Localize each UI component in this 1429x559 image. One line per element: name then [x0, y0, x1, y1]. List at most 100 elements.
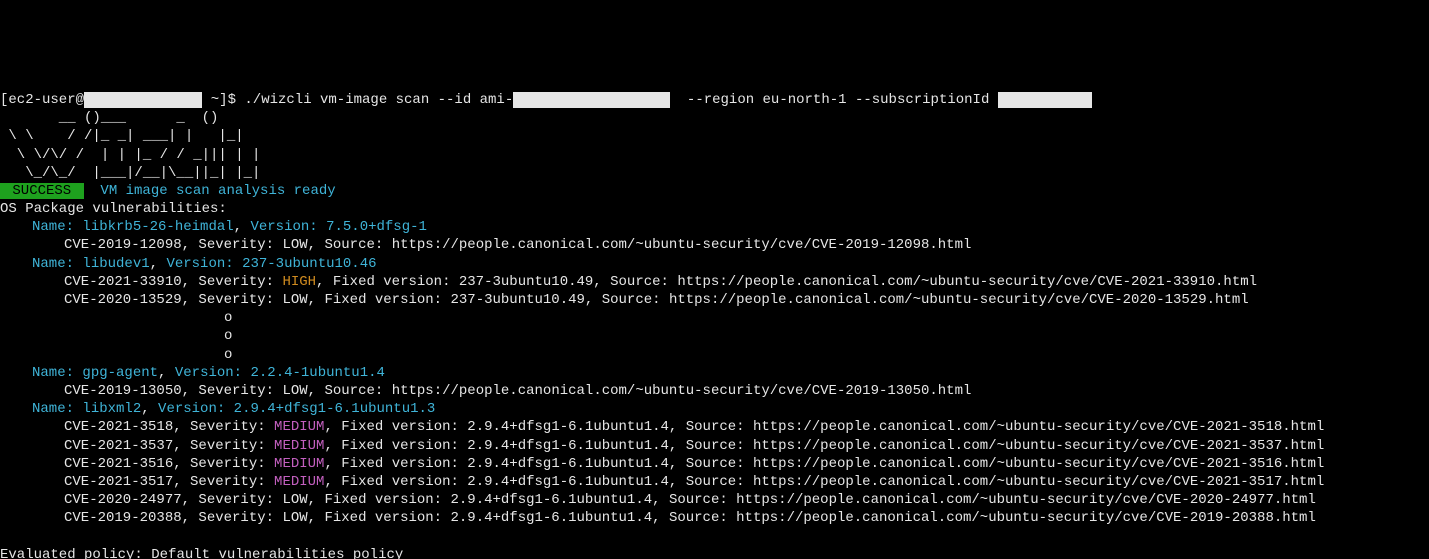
pkg-name-label: Name:	[32, 256, 82, 272]
prompt-cwd: ~]$	[202, 92, 244, 108]
ellipsis-dot: o	[0, 328, 232, 344]
severity-value: MEDIUM	[274, 474, 324, 490]
pkg-version-label: Version:	[175, 365, 251, 381]
source-url: https://people.canonical.com/~ubuntu-sec…	[669, 292, 1249, 308]
severity-label: Severity:	[198, 237, 282, 253]
status-message: VM image scan analysis ready	[84, 183, 336, 199]
cve-line: CVE-2021-3516, Severity: MEDIUM, Fixed v…	[0, 455, 1429, 473]
fixed-version: Fixed version: 2.9.4+dfsg1-6.1ubuntu1.4,	[324, 492, 668, 508]
source-label: Source:	[602, 292, 669, 308]
source-url: https://people.canonical.com/~ubuntu-sec…	[736, 510, 1316, 526]
package-line: Name: libxml2, Version: 2.9.4+dfsg1-6.1u…	[0, 400, 435, 418]
ascii-line: \_/\_/ |___|/__|\__||_| |_|	[0, 165, 269, 181]
cve-wrap: CVE-2021-3518, Severity: MEDIUM, Fixed v…	[0, 418, 1324, 436]
cve-id: CVE-2020-13529,	[64, 292, 198, 308]
cve-id: CVE-2019-20388,	[64, 510, 198, 526]
ellipsis-dot: o	[0, 347, 232, 363]
severity-label: Severity:	[190, 456, 274, 472]
source-url: https://people.canonical.com/~ubuntu-sec…	[736, 492, 1316, 508]
fixed-version: Fixed version: 237-3ubuntu10.49,	[324, 292, 601, 308]
cve-line: CVE-2021-33910, Severity: HIGH, Fixed ve…	[0, 273, 1429, 291]
cve-id: CVE-2021-3516,	[64, 456, 190, 472]
blank-line	[0, 527, 1429, 545]
policy-line: Evaluated policy: Default vulnerabilitie…	[0, 546, 1429, 559]
ellipsis-line: o	[0, 327, 1429, 345]
command-text: ./wizcli vm-image scan --id ami-	[244, 92, 513, 108]
pkg-name: gpg-agent	[82, 365, 158, 381]
severity-label: Severity:	[190, 419, 274, 435]
severity-label: Severity:	[198, 274, 282, 290]
pkg-version: 2.2.4-1ubuntu1.4	[250, 365, 384, 381]
ellipsis-line: o	[0, 309, 1429, 327]
severity-value: MEDIUM	[274, 419, 324, 435]
cve-id: CVE-2021-3537,	[64, 438, 190, 454]
pkg-name: libxml2	[82, 401, 141, 417]
source-label: Source:	[686, 419, 753, 435]
package-header: Name: libkrb5-26-heimdal, Version: 7.5.0…	[0, 218, 1429, 236]
cve-line: CVE-2019-12098, Severity: LOW, Source: h…	[0, 236, 1429, 254]
fixed-version: Fixed version: 2.9.4+dfsg1-6.1ubuntu1.4,	[341, 456, 685, 472]
source-label: Source:	[686, 438, 753, 454]
cve-line: CVE-2020-13529, Severity: LOW, Fixed ver…	[0, 291, 1429, 309]
cve-wrap: CVE-2021-3516, Severity: MEDIUM, Fixed v…	[0, 455, 1324, 473]
cve-id: CVE-2019-12098,	[64, 237, 198, 253]
ascii-art-2: \ \/\/ / | | |_ / / _||| | |	[0, 146, 1429, 164]
package-header: Name: libxml2, Version: 2.9.4+dfsg1-6.1u…	[0, 400, 1429, 418]
status-line: SUCCESS VM image scan analysis ready	[0, 182, 1429, 200]
cve-wrap: CVE-2019-13050, Severity: LOW, Source: h…	[0, 382, 971, 400]
cve-wrap: CVE-2020-13529, Severity: LOW, Fixed ver…	[0, 291, 1249, 309]
package-header: Name: gpg-agent, Version: 2.2.4-1ubuntu1…	[0, 364, 1429, 382]
cve-line: CVE-2020-24977, Severity: LOW, Fixed ver…	[0, 491, 1429, 509]
cve-wrap: CVE-2021-33910, Severity: HIGH, Fixed ve…	[0, 273, 1257, 291]
terminal-output: [ec2-user@▮▮ ▮▮▮ ▮▮ ▮▮ ▮▮ ~]$ ./wizcli v…	[0, 91, 1429, 559]
cve-line: CVE-2021-3537, Severity: MEDIUM, Fixed v…	[0, 437, 1429, 455]
severity-label: Severity:	[198, 492, 282, 508]
pkg-version: 237-3ubuntu10.46	[242, 256, 376, 272]
source-label: Source:	[686, 474, 753, 490]
pkg-name-label: Name:	[32, 219, 82, 235]
severity-value: MEDIUM	[274, 438, 324, 454]
pkg-name: libkrb5-26-heimdal	[82, 219, 233, 235]
pkg-name: libudev1	[82, 256, 149, 272]
cve-id: CVE-2021-3518,	[64, 419, 190, 435]
severity-label: Severity:	[198, 383, 282, 399]
section-line: OS Package vulnerabilities:	[0, 200, 1429, 218]
cve-id: CVE-2021-3517,	[64, 474, 190, 490]
ascii-line: __ ()___ _ ()	[0, 110, 227, 126]
severity-label: Severity:	[198, 292, 282, 308]
cve-wrap: CVE-2019-20388, Severity: LOW, Fixed ver…	[0, 509, 1316, 527]
source-label: Source:	[669, 492, 736, 508]
source-url: https://people.canonical.com/~ubuntu-sec…	[392, 237, 972, 253]
package-line: Name: gpg-agent, Version: 2.2.4-1ubuntu1…	[0, 364, 385, 382]
command-line: [ec2-user@▮▮ ▮▮▮ ▮▮ ▮▮ ▮▮ ~]$ ./wizcli v…	[0, 91, 1429, 109]
redacted-subscription: ▮▮ ▮▮▮ ▮▮▮ ▮	[998, 92, 1093, 108]
severity-value: LOW	[282, 237, 307, 253]
fixed-version: Fixed version: 2.9.4+dfsg1-6.1ubuntu1.4,	[341, 419, 685, 435]
source-url: https://people.canonical.com/~ubuntu-sec…	[677, 274, 1257, 290]
package-line: Name: libkrb5-26-heimdal, Version: 7.5.0…	[0, 218, 427, 236]
severity-value: LOW	[282, 492, 307, 508]
ascii-line: \ \/\/ / | | |_ / / _||| | |	[0, 147, 269, 163]
source-label: Source:	[324, 383, 391, 399]
policy-value: Default vulnerabilities policy	[151, 547, 403, 559]
ellipsis-dot: o	[0, 310, 232, 326]
cve-line: CVE-2021-3518, Severity: MEDIUM, Fixed v…	[0, 418, 1429, 436]
ascii-art-3: \_/\_/ |___|/__|\__||_| |_|	[0, 164, 1429, 182]
source-label: Source:	[669, 510, 736, 526]
source-url: https://people.canonical.com/~ubuntu-sec…	[753, 419, 1324, 435]
pkg-name-label: Name:	[32, 365, 82, 381]
cve-id: CVE-2020-24977,	[64, 492, 198, 508]
package-line: Name: libudev1, Version: 237-3ubuntu10.4…	[0, 255, 377, 273]
severity-label: Severity:	[190, 474, 274, 490]
ellipsis-line: o	[0, 346, 1429, 364]
severity-label: Severity:	[190, 438, 274, 454]
cve-line: CVE-2019-20388, Severity: LOW, Fixed ver…	[0, 509, 1429, 527]
fixed-version: Fixed version: 2.9.4+dfsg1-6.1ubuntu1.4,	[341, 474, 685, 490]
severity-value: LOW	[282, 510, 307, 526]
cve-id: CVE-2019-13050,	[64, 383, 198, 399]
status-badge: SUCCESS	[0, 183, 84, 199]
source-label: Source:	[324, 237, 391, 253]
package-header: Name: libudev1, Version: 237-3ubuntu10.4…	[0, 255, 1429, 273]
section-header: OS Package vulnerabilities:	[0, 201, 227, 217]
fixed-version: Fixed version: 237-3ubuntu10.49,	[333, 274, 610, 290]
